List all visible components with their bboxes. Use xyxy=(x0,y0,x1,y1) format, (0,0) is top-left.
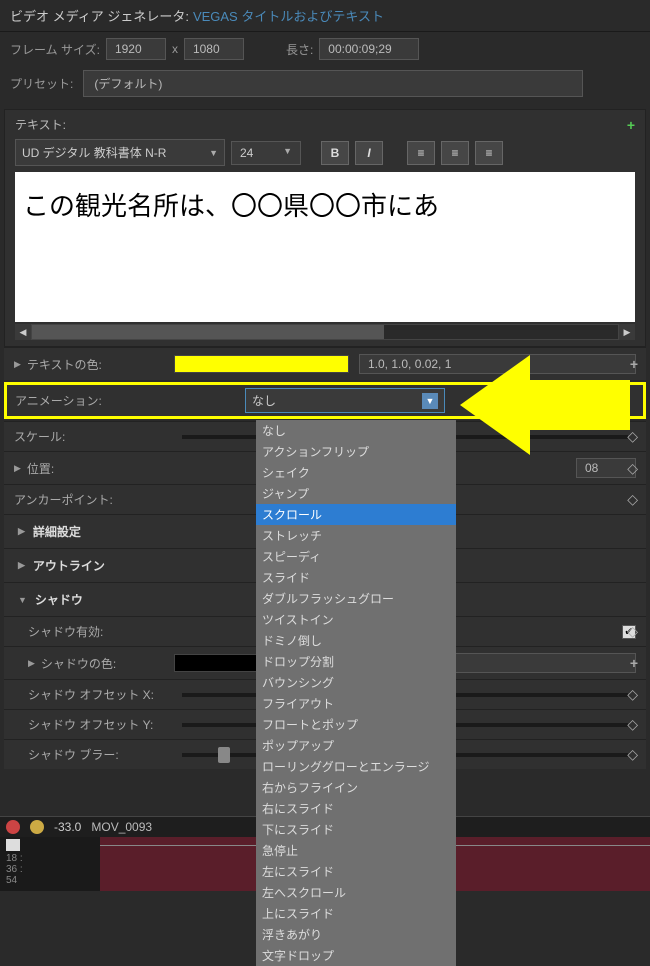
length-input[interactable]: 00:00:09;29 xyxy=(319,38,419,60)
add-keyframe-icon[interactable]: + xyxy=(627,117,635,133)
shadow-offset-y-label: シャドウ オフセット Y: xyxy=(28,716,153,733)
expand-icon: ▶ xyxy=(18,560,25,571)
dropdown-option[interactable]: ドミノ倒し xyxy=(256,630,456,651)
font-size-value: 24 xyxy=(240,146,253,160)
scale-label: スケール: xyxy=(14,428,65,445)
dropdown-option[interactable]: ストレッチ xyxy=(256,525,456,546)
dropdown-option[interactable]: シェイク xyxy=(256,462,456,483)
chevron-down-icon: ▼ xyxy=(209,148,218,158)
anchor-label: アンカーポイント: xyxy=(14,491,113,508)
dropdown-option[interactable]: フロートとポップ xyxy=(256,714,456,735)
dropdown-option[interactable]: 左へスクロール xyxy=(256,882,456,903)
dialog-title: ビデオ メディア ジェネレータ: xyxy=(10,6,189,25)
ruler-mark: 36 : xyxy=(6,864,94,875)
dropdown-option[interactable]: 上にスライド xyxy=(256,903,456,924)
dropdown-option[interactable]: バウンシング xyxy=(256,672,456,693)
dropdown-option[interactable]: 浮きあがり xyxy=(256,924,456,945)
align-right-button[interactable]: ≡ xyxy=(475,141,503,165)
preset-label: プリセット: xyxy=(10,75,73,92)
dropdown-option[interactable]: 左にスライド xyxy=(256,861,456,882)
preset-select[interactable]: (デフォルト) xyxy=(83,70,583,97)
chevron-down-icon: ▼ xyxy=(283,146,292,160)
animation-label: アニメーション: xyxy=(15,392,245,409)
expand-icon[interactable]: ▶ xyxy=(28,658,35,669)
animation-value: なし xyxy=(252,392,276,409)
dropdown-option[interactable]: 右からフライイン xyxy=(256,777,456,798)
font-size-select[interactable]: 24 ▼ xyxy=(231,141,301,165)
text-section-label: テキスト: xyxy=(15,116,66,133)
keyframe-icon[interactable]: + xyxy=(630,356,638,372)
clip-name: MOV_0093 xyxy=(91,820,152,834)
text-color-label: テキストの色: xyxy=(27,356,102,373)
keyframe-icon[interactable]: + xyxy=(630,655,638,671)
align-left-button[interactable]: ≡ xyxy=(407,141,435,165)
collapse-icon: ▼ xyxy=(18,595,27,605)
font-name: UD デジタル 教科書体 N-R xyxy=(22,144,166,161)
outline-label: アウトライン xyxy=(33,557,105,574)
dropdown-option[interactable]: 右にスライド xyxy=(256,798,456,819)
keyframe-icon[interactable]: ◇ xyxy=(627,716,638,733)
dropdown-option[interactable]: アクションフリップ xyxy=(256,441,456,462)
text-input[interactable]: この観光名所は、〇〇県〇〇市にあ xyxy=(15,172,635,322)
italic-button[interactable]: I xyxy=(355,141,383,165)
dropdown-option[interactable]: ドロップ分割 xyxy=(256,651,456,672)
align-center-button[interactable]: ≡ xyxy=(441,141,469,165)
dropdown-option[interactable]: ジャンプ xyxy=(256,483,456,504)
frame-width-input[interactable]: 1920 xyxy=(106,38,166,60)
x-separator: x xyxy=(172,42,178,56)
scroll-right-icon[interactable]: ▶ xyxy=(619,324,635,340)
chevron-down-icon[interactable]: ▼ xyxy=(422,393,438,409)
length-label: 長さ: xyxy=(286,41,313,58)
play-icon[interactable] xyxy=(6,839,20,851)
dropdown-option[interactable]: 急停止 xyxy=(256,840,456,861)
dropdown-option[interactable]: 文字ドロップ xyxy=(256,945,456,966)
expand-icon[interactable]: ▶ xyxy=(14,463,21,474)
dropdown-option[interactable]: スクロール xyxy=(256,504,456,525)
keyframe-icon[interactable]: ◇ xyxy=(627,428,638,445)
dropdown-option[interactable]: なし xyxy=(256,420,456,441)
dropdown-option[interactable]: 下にスライド xyxy=(256,819,456,840)
font-select[interactable]: UD デジタル 教科書体 N-R ▼ xyxy=(15,139,225,166)
keyframe-icon[interactable]: ◇ xyxy=(627,686,638,703)
expand-icon[interactable]: ▶ xyxy=(14,359,21,370)
dropdown-option[interactable]: スライド xyxy=(256,567,456,588)
dropdown-option[interactable]: ポップアップ xyxy=(256,735,456,756)
ruler-mark: 18 : xyxy=(6,853,94,864)
frame-size-label: フレーム サイズ: xyxy=(10,41,100,58)
dropdown-option[interactable]: ダブルフラッシュグロー xyxy=(256,588,456,609)
keyframe-icon[interactable]: ◇ xyxy=(627,746,638,763)
callout-arrow xyxy=(460,355,530,455)
shadow-enable-label: シャドウ有効: xyxy=(28,623,103,640)
shadow-color-label: シャドウの色: xyxy=(41,655,116,672)
bold-button[interactable]: B xyxy=(321,141,349,165)
frame-height-input[interactable]: 1080 xyxy=(184,38,244,60)
timeline-value: -33.0 xyxy=(54,820,81,834)
scroll-left-icon[interactable]: ◀ xyxy=(15,324,31,340)
shadow-blur-label: シャドウ ブラー: xyxy=(28,746,119,763)
expand-icon: ▶ xyxy=(18,526,25,537)
keyframe-icon[interactable]: ◇ xyxy=(627,623,638,640)
dropdown-option[interactable]: フライアウト xyxy=(256,693,456,714)
position-label: 位置: xyxy=(27,460,54,477)
plugin-name: VEGAS タイトルおよびテキスト xyxy=(193,6,384,25)
ruler-mark: 54 xyxy=(6,875,94,886)
shadow-offset-x-label: シャドウ オフセット X: xyxy=(28,686,154,703)
animation-dropdown-list[interactable]: なしアクションフリップシェイクジャンプスクロールストレッチスピーディスライドダブ… xyxy=(256,420,456,966)
shadow-label: シャドウ xyxy=(35,591,83,608)
dropdown-option[interactable]: スピーディ xyxy=(256,546,456,567)
keyframe-icon[interactable]: ◇ xyxy=(627,460,638,477)
horizontal-scrollbar[interactable]: ◀ ▶ xyxy=(15,324,635,340)
keyframe-icon[interactable]: ◇ xyxy=(627,491,638,508)
track-color-icon xyxy=(30,820,44,834)
dropdown-option[interactable]: ツイストイン xyxy=(256,609,456,630)
animation-select[interactable]: なし ▼ xyxy=(245,388,445,413)
track-color-icon xyxy=(6,820,20,834)
color-swatch[interactable] xyxy=(174,355,349,373)
dropdown-option[interactable]: ローリンググローとエンラージ xyxy=(256,756,456,777)
advanced-label: 詳細設定 xyxy=(33,523,81,540)
